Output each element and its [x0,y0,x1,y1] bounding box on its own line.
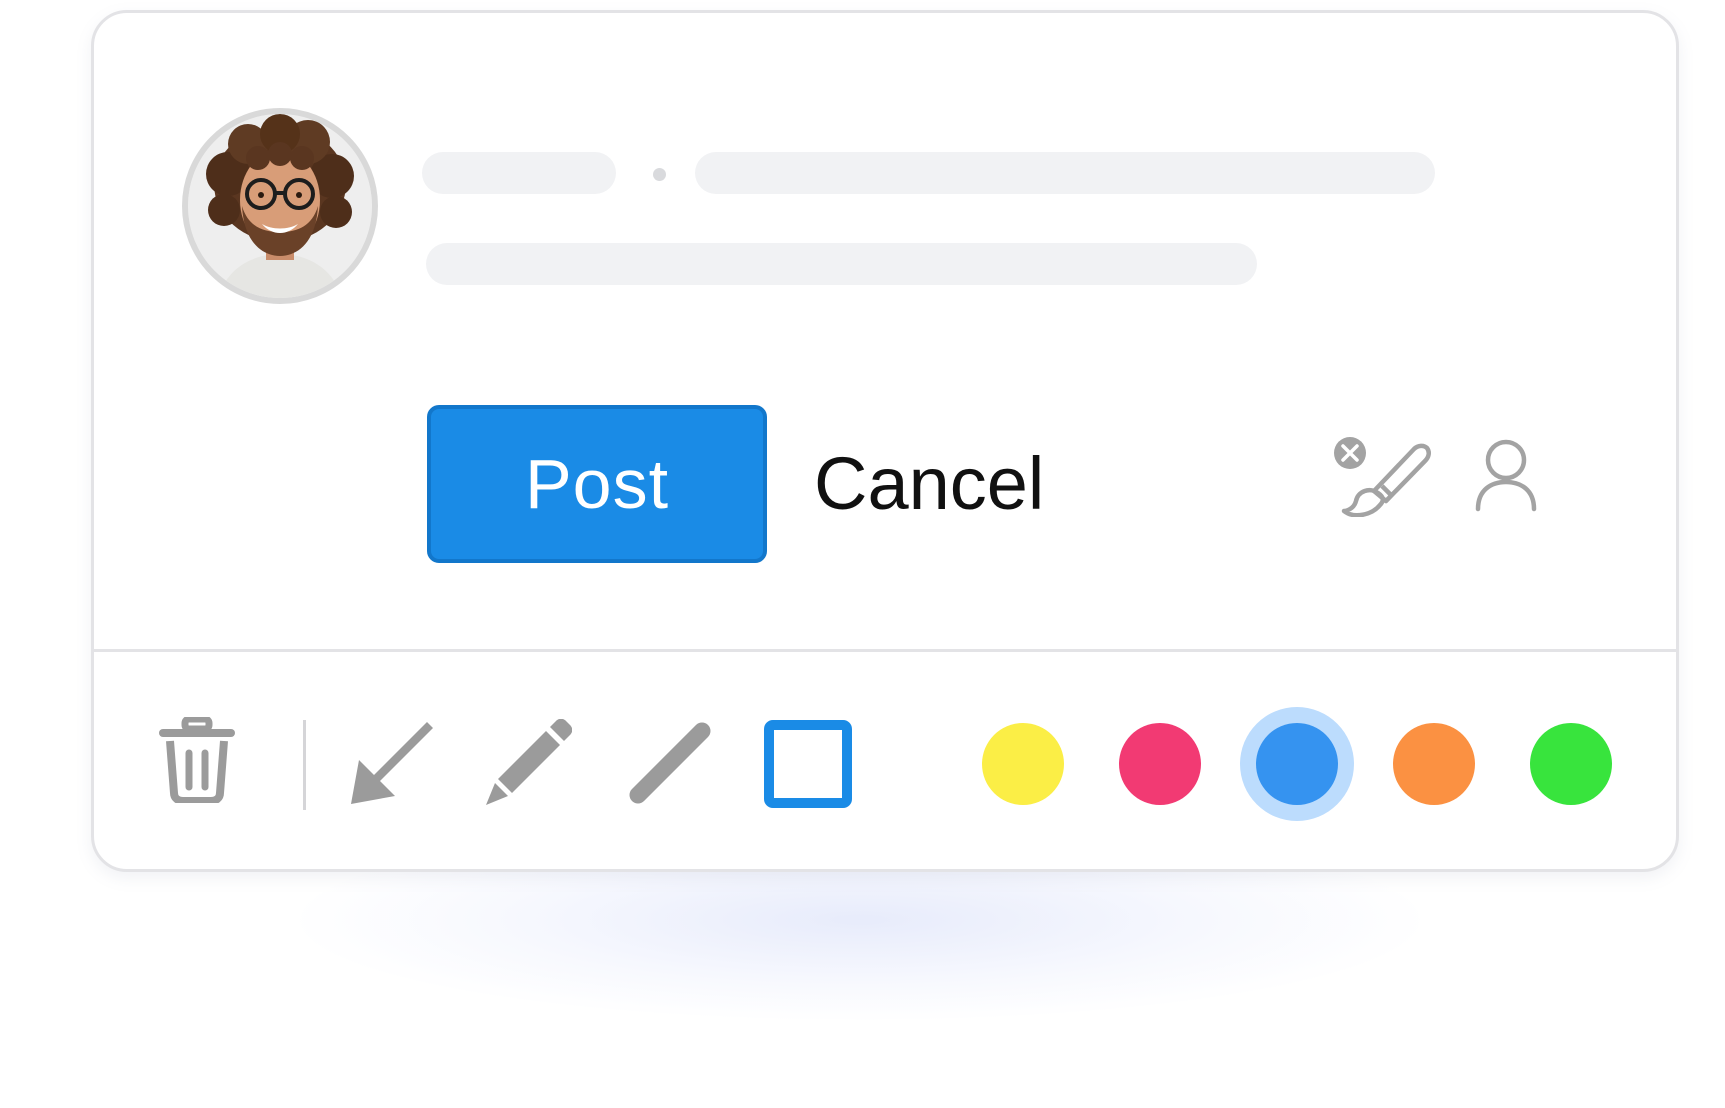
avatar-portrait [188,114,372,298]
paintbrush-clear-icon[interactable] [1332,435,1432,518]
skeleton-separator-dot [653,168,666,181]
toolbar-separator [303,720,306,810]
line-icon[interactable] [628,721,712,805]
pencil-icon[interactable] [484,718,573,807]
color-swatch-green[interactable] [1530,723,1612,805]
trash-icon[interactable] [159,715,235,805]
avatar [182,108,378,304]
color-swatch-blue[interactable] [1256,723,1338,805]
toolbar-divider [94,649,1676,652]
user-icon[interactable] [1473,438,1539,512]
cancel-button[interactable]: Cancel [814,405,1044,563]
color-swatch-pink[interactable] [1119,723,1201,805]
skeleton-meta [695,152,1435,194]
comment-card: Post Cancel [91,10,1679,872]
stage: Post Cancel [0,0,1725,1108]
skeleton-name [422,152,616,194]
arrow-icon[interactable] [347,718,437,808]
skeleton-comment-line [426,243,1257,285]
rectangle-icon[interactable] [764,720,852,808]
color-swatch-orange[interactable] [1393,723,1475,805]
color-swatch-yellow[interactable] [982,723,1064,805]
post-button[interactable]: Post [427,405,767,563]
